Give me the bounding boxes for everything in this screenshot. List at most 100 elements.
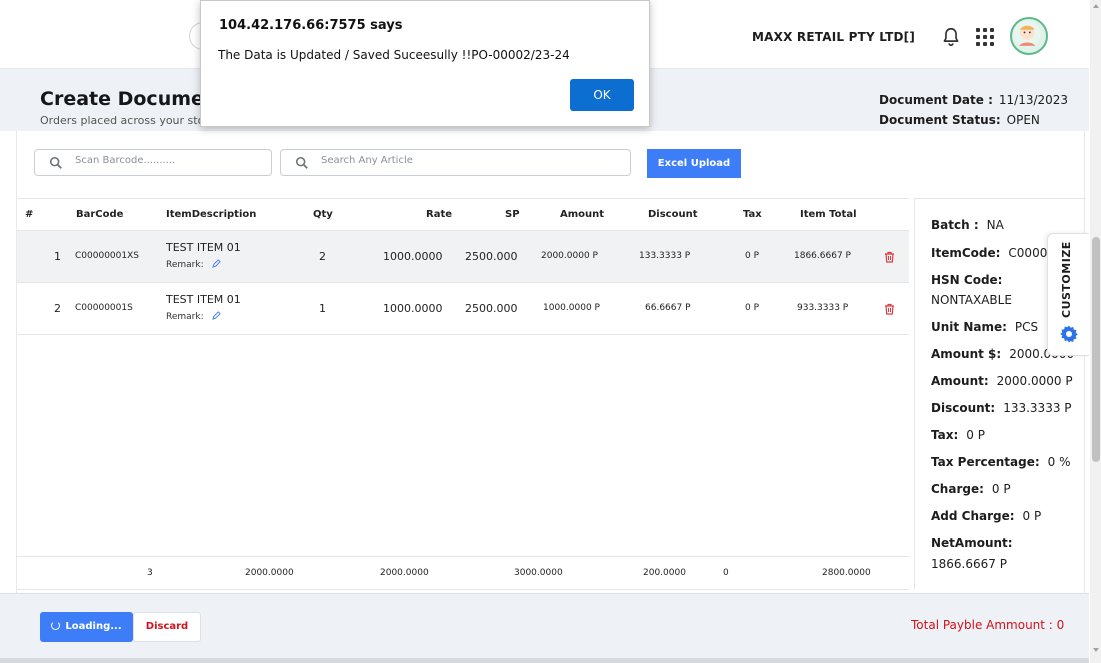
col-header-discount: Discount — [648, 209, 698, 220]
barcode-search-input[interactable] — [75, 155, 241, 166]
col-header-tax: Tax — [743, 209, 762, 220]
search-icon — [295, 156, 308, 169]
table-totals-row: 3 2000.0000 2000.0000 3000.0000 200.0000… — [17, 556, 909, 590]
total-discount: 200.0000 — [643, 568, 686, 578]
scrollbar-thumb[interactable] — [1092, 237, 1100, 462]
row-rate: 1000.0000 — [383, 250, 443, 263]
company-name: MAXX RETAIL PTY LTD[] — [752, 30, 916, 44]
table-row[interactable]: 1 C00000001XS TEST ITEM 01 Remark: 2 100… — [17, 231, 909, 283]
bell-icon[interactable] — [940, 26, 962, 48]
avatar[interactable] — [1010, 17, 1048, 55]
gear-icon — [1060, 325, 1078, 343]
trash-icon — [885, 251, 894, 263]
total-amount: 3000.0000 — [514, 568, 563, 578]
detail-unit: Unit Name: PCS — [931, 320, 1038, 334]
detail-unit-value: PCS — [1014, 320, 1039, 334]
spinner-icon — [51, 621, 61, 630]
edit-pencil-icon[interactable] — [211, 259, 221, 268]
row-tax: 0 P — [745, 251, 760, 261]
document-card: Excel Upload # BarCode ItemDescription Q… — [16, 131, 1086, 593]
detail-itemcode: ItemCode: C000000 — [931, 246, 1063, 260]
total-sp: 2000.0000 — [380, 568, 429, 578]
page-subtitle: Orders placed across your stor — [40, 114, 209, 127]
article-search-input[interactable] — [321, 155, 566, 166]
dialog-title: 104.42.176.66:7575 says — [219, 18, 403, 33]
detail-add-charge: Add Charge: 0 P — [931, 509, 1041, 523]
page-title: Create Documen — [40, 88, 218, 110]
table-header: # BarCode ItemDescription Qty Rate SP Am… — [17, 199, 909, 231]
document-status-label: Document Status: — [879, 113, 1001, 127]
customize-tab[interactable]: CUSTOMIZE — [1047, 233, 1089, 356]
detail-batch-value: NA — [986, 218, 1004, 232]
col-header-qty: Qty — [313, 209, 333, 220]
detail-discount-value: 133.3333 P — [1003, 401, 1072, 415]
barcode-search-field[interactable] — [34, 149, 272, 176]
scroll-down-arrow-icon[interactable] — [1093, 648, 1099, 652]
detail-hsn-label: HSN Code: — [931, 273, 1003, 287]
detail-net-label: NetAmount: — [931, 536, 1013, 550]
scroll-up-arrow-icon[interactable] — [1093, 4, 1099, 8]
excel-upload-button[interactable]: Excel Upload — [647, 149, 741, 178]
vertical-scrollbar[interactable] — [1090, 0, 1101, 663]
save-loading-button[interactable]: Loading... — [40, 612, 133, 642]
total-tax: 0 — [723, 568, 729, 578]
delete-row-button[interactable] — [884, 303, 895, 318]
search-icon — [49, 156, 62, 169]
row-barcode: C00000001S — [75, 303, 133, 313]
detail-charge: Charge: 0 P — [931, 482, 1011, 496]
delete-row-button[interactable] — [884, 251, 895, 266]
total-payable: Total Payble Ammount : 0 — [911, 618, 1065, 632]
row-item-total: 1866.6667 P — [794, 251, 851, 261]
col-header-rate: Rate — [426, 209, 453, 220]
col-header-amount: Amount — [560, 209, 605, 220]
total-qty: 3 — [147, 568, 153, 578]
col-header-description: ItemDescription — [166, 209, 257, 220]
row-qty: 2 — [319, 250, 326, 263]
ok-button[interactable]: OK — [570, 79, 634, 111]
detail-tax-label: Tax: — [931, 428, 959, 442]
items-table: # BarCode ItemDescription Qty Rate SP Am… — [17, 198, 909, 590]
detail-hsn-value: NONTAXABLE — [931, 293, 1012, 307]
detail-add-charge-value: 0 P — [1022, 509, 1042, 523]
row-qty: 1 — [319, 302, 326, 315]
detail-discount: Discount: 133.3333 P — [931, 401, 1072, 415]
bottom-border — [0, 658, 1089, 663]
detail-net-amount: NetAmount: — [931, 536, 1013, 550]
total-rate: 2000.0000 — [245, 568, 294, 578]
document-date: 11/13/2023 — [998, 93, 1069, 107]
col-header-sp: SP — [505, 209, 520, 220]
row-amount: 2000.0000 P — [541, 251, 598, 261]
row-rate: 1000.0000 — [383, 302, 443, 315]
dialog-message: The Data is Updated / Saved Suceesully !… — [218, 48, 570, 62]
row-discount: 66.6667 P — [645, 303, 691, 313]
detail-amount-value: 2000.0000 P — [996, 374, 1073, 388]
row-description: TEST ITEM 01 — [166, 241, 241, 254]
detail-batch: Batch : NA — [931, 218, 1004, 232]
detail-charge-label: Charge: — [931, 482, 984, 496]
document-meta: Document Date : 11/13/2023 Document Statu… — [879, 93, 1068, 133]
row-item-total: 933.3333 P — [797, 303, 849, 313]
alert-dialog: 104.42.176.66:7575 says The Data is Upda… — [200, 0, 650, 127]
detail-hsn: HSN Code: — [931, 273, 1002, 287]
row-number: 2 — [54, 302, 61, 315]
detail-amount-usd-label: Amount $: — [931, 347, 1002, 361]
row-amount: 1000.0000 P — [543, 303, 600, 313]
col-header-no: # — [25, 209, 34, 220]
detail-itemcode-label: ItemCode: — [931, 246, 1001, 260]
detail-tax-percentage: Tax Percentage: 0 % — [931, 455, 1071, 469]
apps-grid-icon[interactable] — [976, 28, 994, 46]
row-remark: Remark: — [166, 259, 221, 270]
article-search-field[interactable] — [280, 149, 631, 176]
detail-net-value: 1866.6667 P — [931, 557, 1007, 571]
row-tax: 0 P — [745, 303, 760, 313]
row-remark: Remark: — [166, 311, 221, 322]
row-sp: 2500.000 — [465, 302, 518, 315]
row-barcode: C00000001XS — [75, 251, 139, 261]
detail-charge-value: 0 P — [991, 482, 1011, 496]
row-remark-label: Remark: — [166, 312, 204, 322]
row-sp: 2500.000 — [465, 250, 518, 263]
detail-amount: Amount: 2000.0000 P — [931, 374, 1073, 388]
discard-button[interactable]: Discard — [133, 612, 201, 642]
table-row[interactable]: 2 C00000001S TEST ITEM 01 Remark: 1 1000… — [17, 283, 909, 335]
edit-pencil-icon[interactable] — [211, 311, 221, 320]
